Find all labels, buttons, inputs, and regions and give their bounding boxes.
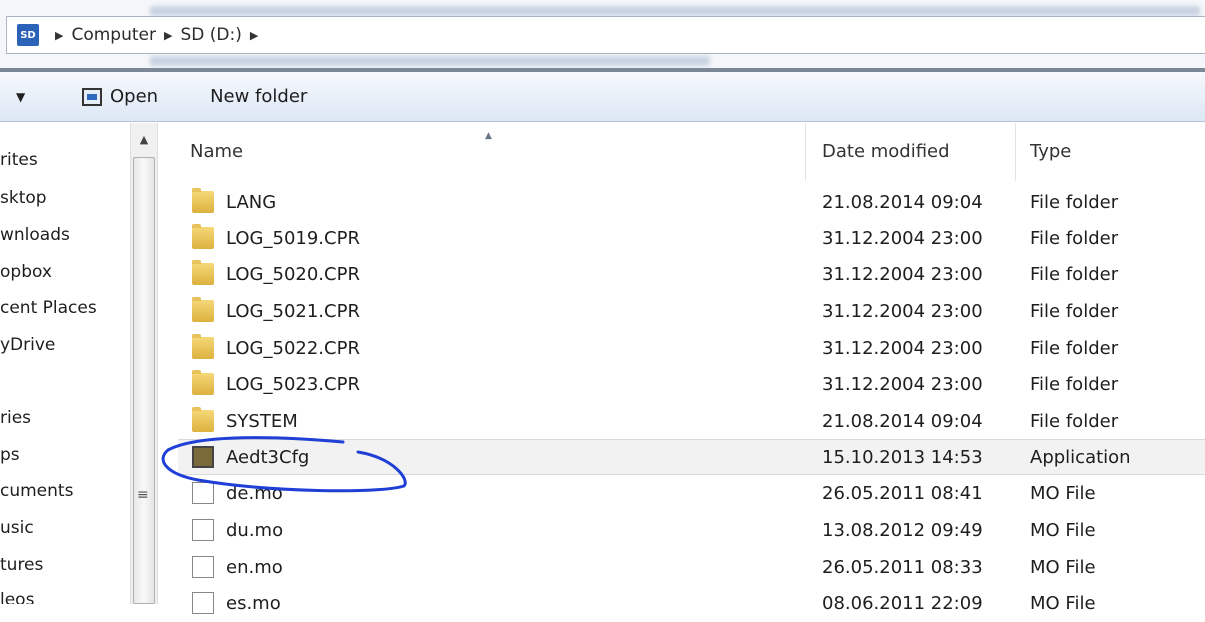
breadcrumb-computer[interactable]: Computer (71, 25, 156, 45)
folder-icon (192, 334, 214, 359)
blurred-text-line (150, 6, 1200, 16)
file-icon (192, 556, 214, 578)
nav-item-downloads[interactable]: wnloads (0, 225, 70, 245)
folder-icon (192, 297, 214, 322)
nav-item-libraries[interactable]: ries (0, 408, 31, 428)
file-name: LOG_5023.CPR (226, 374, 360, 395)
file-row[interactable]: du.mo 13.08.2012 09:49 MO File (178, 513, 1205, 549)
file-type: MO File (1030, 557, 1096, 578)
file-row[interactable]: Aedt3Cfg 15.10.2013 14:53 Application (178, 439, 1205, 475)
file-type: File folder (1030, 301, 1119, 322)
file-name: LOG_5019.CPR (226, 228, 360, 249)
file-date-modified: 31.12.2004 23:00 (822, 228, 983, 249)
file-name: de.mo (226, 483, 283, 504)
file-name: en.mo (226, 557, 283, 578)
nav-item-pictures[interactable]: tures (0, 555, 43, 575)
column-header-name[interactable]: Name (190, 123, 243, 181)
new-folder-button[interactable]: New folder (210, 86, 307, 107)
file-row[interactable]: es.mo 08.06.2011 22:09 MO File (178, 586, 1205, 622)
file-row[interactable]: SYSTEM 21.08.2014 09:04 File folder (178, 404, 1205, 440)
grip-icon: ≡ (137, 487, 149, 503)
file-row[interactable]: LOG_5021.CPR 31.12.2004 23:00 File folder (178, 294, 1205, 330)
sd-drive-icon: SD (17, 24, 39, 46)
file-type: File folder (1030, 192, 1119, 213)
nav-item-recent-places[interactable]: cent Places (0, 298, 97, 318)
navigation-pane: rites sktop wnloads opbox cent Places yD… (0, 123, 130, 604)
file-icon (192, 482, 214, 504)
application-icon (192, 446, 214, 468)
file-name: LOG_5021.CPR (226, 301, 360, 322)
file-type: File folder (1030, 338, 1119, 359)
nav-item-desktop[interactable]: sktop (0, 188, 47, 208)
file-type: File folder (1030, 374, 1119, 395)
file-type: File folder (1030, 411, 1119, 432)
file-date-modified: 26.05.2011 08:41 (822, 483, 983, 504)
file-type: File folder (1030, 228, 1119, 249)
file-list: Name ▲ Date modified Type LANG 21.08.2014… (160, 123, 1205, 614)
file-row[interactable]: LOG_5022.CPR 31.12.2004 23:00 File folder (178, 331, 1205, 367)
file-name: LOG_5020.CPR (226, 264, 360, 285)
file-row[interactable]: LOG_5020.CPR 31.12.2004 23:00 File folder (178, 257, 1205, 293)
file-row[interactable]: de.mo 26.05.2011 08:41 MO File (178, 476, 1205, 512)
nav-item-videos[interactable]: leos (0, 590, 34, 604)
file-date-modified: 31.12.2004 23:00 (822, 374, 983, 395)
file-row[interactable]: LOG_5019.CPR 31.12.2004 23:00 File folder (178, 221, 1205, 257)
column-header-type[interactable]: Type (1030, 123, 1071, 181)
file-date-modified: 21.08.2014 09:04 (822, 411, 983, 432)
address-bar[interactable]: SD ▶ Computer ▶ SD (D:) ▶ (6, 16, 1205, 54)
folder-icon (192, 188, 214, 213)
file-date-modified: 31.12.2004 23:00 (822, 338, 983, 359)
file-name: LOG_5022.CPR (226, 338, 360, 359)
chevron-right-icon[interactable]: ▶ (164, 29, 172, 42)
file-date-modified: 31.12.2004 23:00 (822, 301, 983, 322)
toolbar: ▼ Open New folder (0, 72, 1205, 122)
file-type: Application (1030, 447, 1131, 468)
column-divider[interactable] (1015, 123, 1016, 181)
file-icon (192, 519, 214, 541)
file-date-modified: 26.05.2011 08:33 (822, 557, 983, 578)
nav-item-skydrive[interactable]: yDrive (0, 335, 55, 355)
open-label: Open (110, 86, 159, 107)
folder-icon (192, 370, 214, 395)
file-date-modified: 13.08.2012 09:49 (822, 520, 983, 541)
blurred-text-line (150, 56, 710, 66)
file-type: File folder (1030, 264, 1119, 285)
nav-item-music[interactable]: usic (0, 518, 34, 538)
open-icon (82, 87, 102, 106)
folder-icon (192, 260, 214, 285)
file-type: MO File (1030, 483, 1096, 504)
nav-item-dropbox[interactable]: opbox (0, 262, 52, 282)
nav-scrollbar[interactable]: ▲ ≡ (130, 123, 158, 604)
chevron-right-icon[interactable]: ▶ (250, 29, 258, 42)
nav-item-favorites[interactable]: rites (0, 150, 38, 170)
file-date-modified: 15.10.2013 14:53 (822, 447, 983, 468)
file-date-modified: 21.08.2014 09:04 (822, 192, 983, 213)
open-button[interactable]: Open (82, 86, 158, 107)
file-row[interactable]: LANG 21.08.2014 09:04 File folder (178, 185, 1205, 221)
file-row[interactable]: LOG_5023.CPR 31.12.2004 23:00 File folder (178, 367, 1205, 403)
nav-item-apps[interactable]: ps (0, 445, 20, 465)
chevron-right-icon[interactable]: ▶ (55, 29, 63, 42)
file-name: du.mo (226, 520, 284, 541)
file-date-modified: 31.12.2004 23:00 (822, 264, 983, 285)
folder-icon (192, 224, 214, 249)
column-header-date[interactable]: Date modified (822, 123, 950, 181)
file-row[interactable]: en.mo 26.05.2011 08:33 MO File (178, 550, 1205, 586)
file-type: MO File (1030, 520, 1096, 541)
nav-item-documents[interactable]: cuments (0, 481, 73, 501)
file-name: SYSTEM (226, 411, 298, 432)
folder-icon (192, 407, 214, 432)
sort-ascending-icon: ▲ (485, 131, 492, 141)
scroll-up-icon[interactable]: ▲ (131, 123, 157, 153)
file-name: Aedt3Cfg (226, 447, 310, 468)
breadcrumb-sd-drive[interactable]: SD (D:) (180, 25, 241, 45)
organize-dropdown-icon[interactable]: ▼ (16, 90, 38, 104)
file-icon (192, 592, 214, 614)
column-divider[interactable] (805, 123, 806, 181)
scroll-thumb[interactable] (133, 157, 155, 604)
file-name: LANG (226, 192, 277, 213)
